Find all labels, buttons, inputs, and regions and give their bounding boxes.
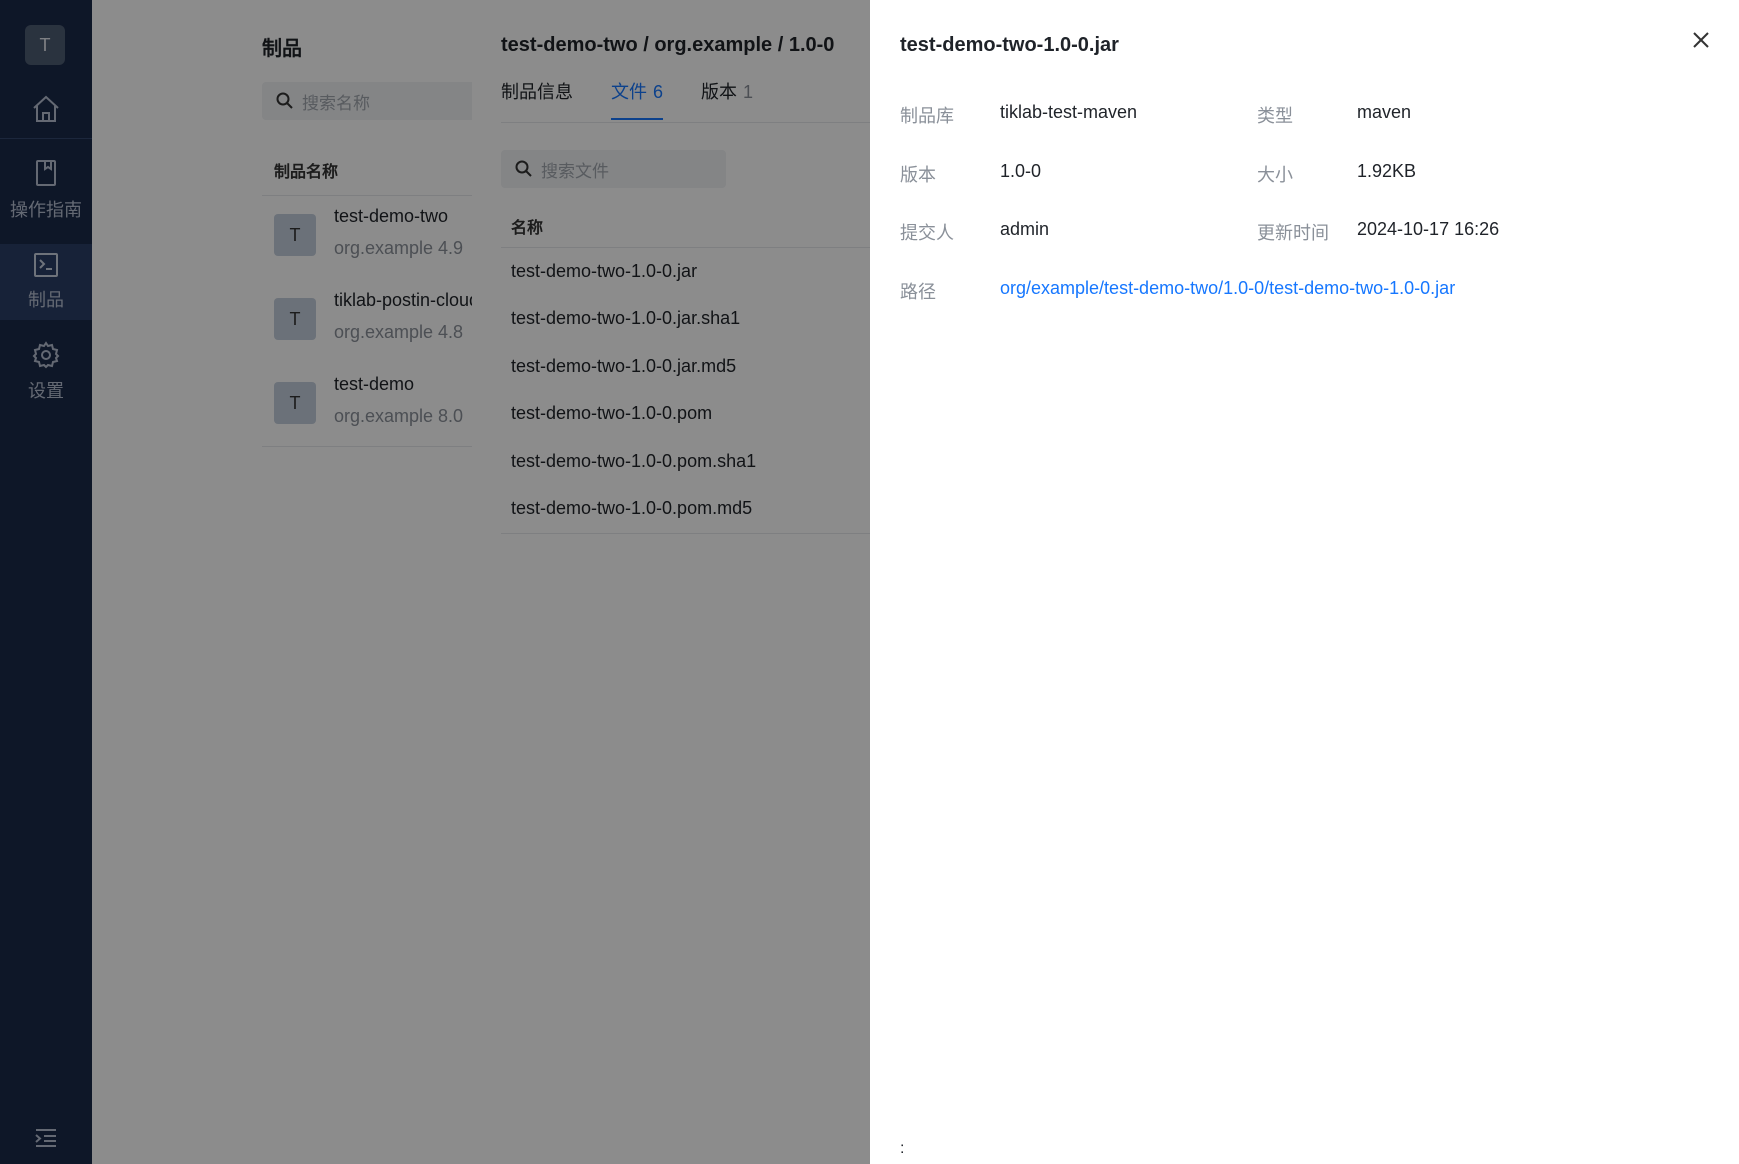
drawer-mask[interactable] [0, 0, 870, 1164]
drawer-title: test-demo-two-1.0-0.jar [900, 34, 1119, 56]
path-link[interactable]: org/example/test-demo-two/1.0-0/test-dem… [1000, 278, 1455, 299]
size-value: 1.92KB [1357, 161, 1417, 181]
type-value: maven [1357, 102, 1412, 122]
close-icon[interactable] [1689, 28, 1713, 52]
submitter-value: admin [1000, 219, 1050, 239]
updated-label: 更新时间 [1257, 223, 1329, 243]
type-label: 类型 [1257, 106, 1293, 126]
drawer-footer: : [900, 1140, 905, 1157]
version-label: 版本 [900, 165, 936, 185]
version-value: 1.0-0 [1000, 161, 1042, 181]
submitter-label: 提交人 [900, 223, 954, 243]
path-label: 路径 [900, 282, 936, 302]
updated-value: 2024-10-17 16:26 [1357, 219, 1500, 239]
repo-label: 制品库 [900, 106, 954, 126]
size-label: 大小 [1257, 165, 1293, 185]
file-detail-drawer: test-demo-two-1.0-0.jar 制品库 tiklab-test-… [870, 0, 1739, 1164]
repo-value: tiklab-test-maven [1000, 102, 1138, 122]
